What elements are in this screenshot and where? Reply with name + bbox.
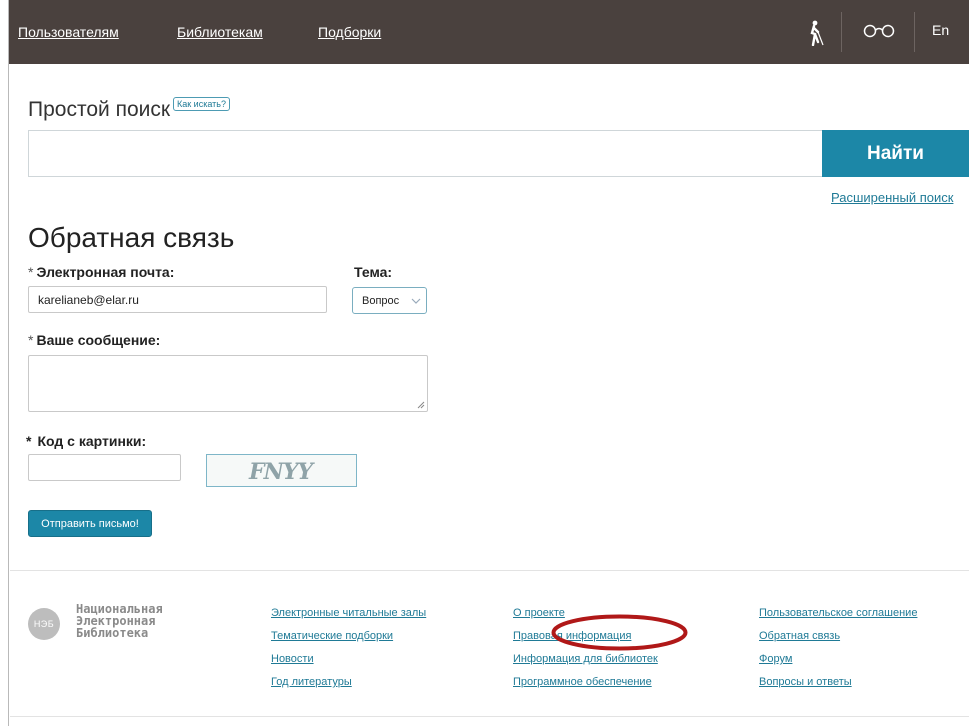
nav-link-collections[interactable]: Подборки	[318, 24, 381, 40]
footer-link-library-info[interactable]: Информация для библиотек	[513, 653, 658, 665]
window-left-edge	[0, 0, 9, 726]
page-title: Обратная связь	[28, 222, 235, 253]
email-label: * Электронная почта:	[28, 264, 174, 280]
message-label-text: Ваше сообщение:	[36, 332, 161, 348]
message-label: * Ваше сообщение:	[28, 332, 160, 348]
blind-accessibility-icon[interactable]	[807, 20, 825, 46]
captcha-image: FNYY	[206, 454, 357, 487]
neb-org-name: Национальная Электронная Библиотека	[76, 603, 163, 639]
required-mark: *	[28, 264, 34, 280]
footer-link-forum[interactable]: Форум	[759, 653, 792, 665]
search-button[interactable]: Найти	[822, 130, 969, 177]
chevron-down-icon	[411, 298, 421, 304]
footer-link-year-of-literature[interactable]: Год литературы	[271, 676, 352, 688]
org-name-line: Библиотека	[76, 626, 149, 640]
captcha-text: FNYY	[249, 459, 313, 485]
how-to-search-link[interactable]: Как искать?	[173, 97, 230, 111]
footer-link-feedback[interactable]: Обратная связь	[759, 630, 840, 642]
email-field[interactable]: karelianeb@elar.ru	[28, 286, 327, 313]
email-label-text: Электронная почта:	[36, 264, 175, 280]
send-message-button[interactable]: Отправить письмо!	[28, 510, 152, 537]
neb-logo-icon[interactable]: НЭБ	[28, 608, 60, 640]
search-title: Простой поиск	[28, 98, 171, 121]
nav-divider	[841, 12, 842, 52]
required-mark: *	[26, 433, 32, 449]
nav-link-users[interactable]: Пользователям	[18, 24, 119, 40]
topic-select-value: Вопрос	[362, 295, 400, 307]
footer-link-about[interactable]: О проекте	[513, 607, 565, 619]
nav-link-libraries[interactable]: Библиотекам	[177, 24, 263, 40]
footer-link-reading-rooms[interactable]: Электронные читальные залы	[271, 607, 426, 619]
required-mark: *	[28, 332, 34, 348]
captcha-input[interactable]	[28, 454, 181, 481]
message-textarea[interactable]	[28, 355, 428, 412]
captcha-label-text: Код с картинки:	[37, 433, 147, 449]
topic-label: Тема:	[354, 264, 393, 280]
topic-select[interactable]: Вопрос	[352, 287, 427, 314]
footer-link-user-agreement[interactable]: Пользовательское соглашение	[759, 607, 917, 619]
footer-link-news[interactable]: Новости	[271, 653, 314, 665]
footer-divider	[10, 570, 969, 571]
advanced-search-link[interactable]: Расширенный поиск	[831, 190, 953, 205]
resize-grip-icon[interactable]	[417, 401, 425, 409]
language-switch-en[interactable]: En	[932, 22, 949, 38]
search-input[interactable]	[28, 130, 822, 177]
captcha-label: * Код с картинки:	[26, 433, 146, 449]
nav-divider	[914, 12, 915, 52]
footer-link-thematic-collections[interactable]: Тематические подборки	[271, 630, 393, 642]
glasses-icon[interactable]	[861, 24, 897, 38]
footer-link-software[interactable]: Программное обеспечение	[513, 676, 652, 688]
footer-link-faq[interactable]: Вопросы и ответы	[759, 676, 852, 688]
top-navigation-bar: Пользователям Библиотекам Подборки En	[9, 0, 969, 64]
footer-bottom-divider	[10, 716, 969, 717]
footer-link-legal-info[interactable]: Правовая информация	[513, 630, 631, 642]
